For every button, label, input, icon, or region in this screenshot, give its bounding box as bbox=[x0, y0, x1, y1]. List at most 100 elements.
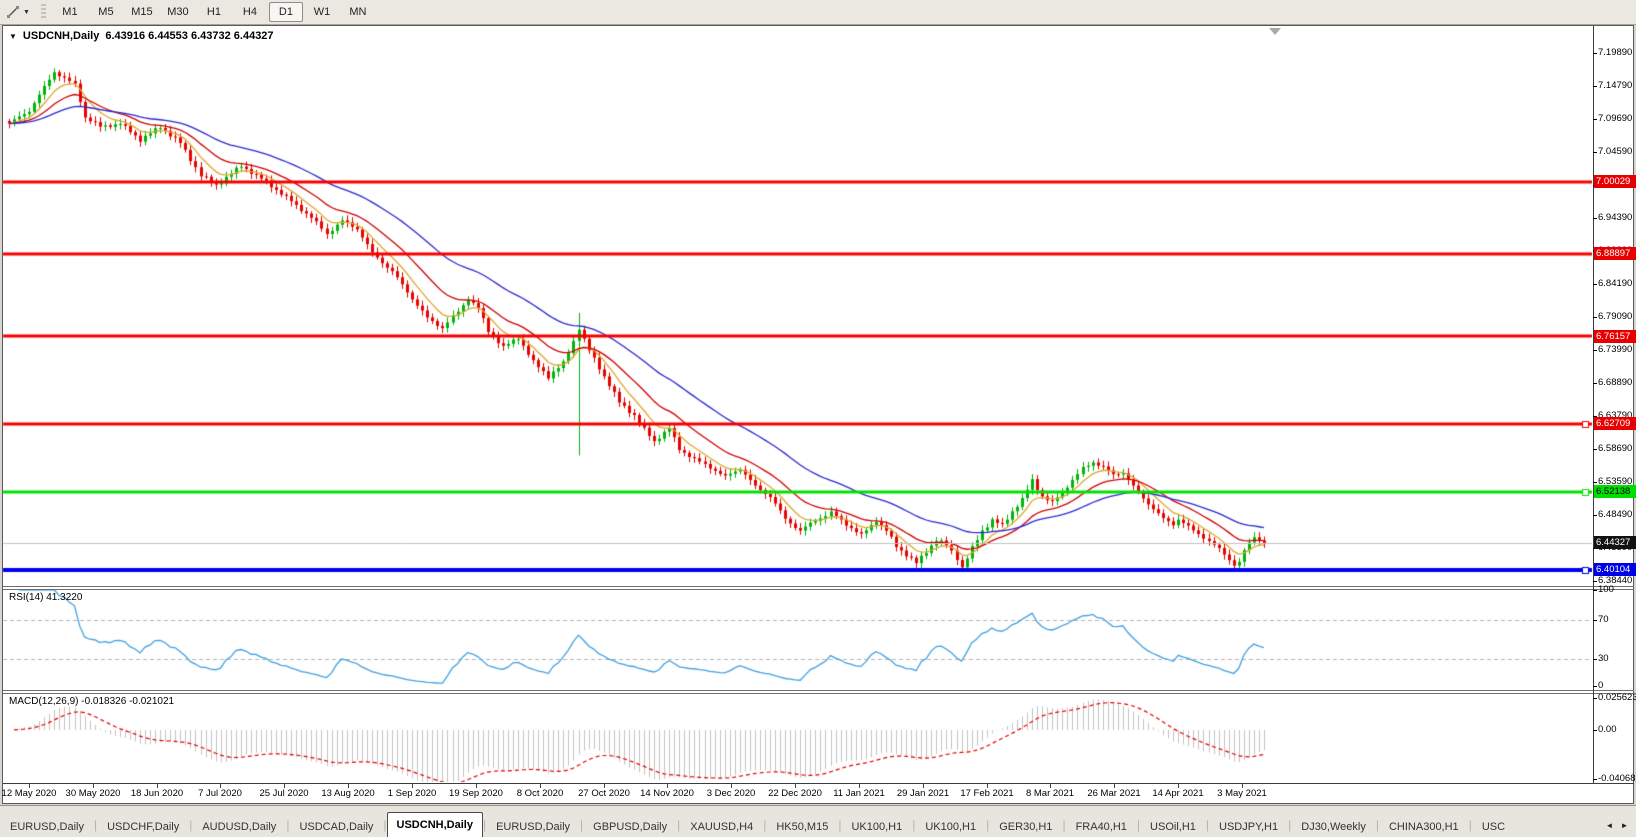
chart-tab-uk100-h1[interactable]: UK100,H1 bbox=[841, 815, 912, 837]
price-axis-line bbox=[1593, 26, 1594, 783]
price-tick-mark bbox=[1593, 350, 1597, 351]
chart-tab-china300-h1[interactable]: CHINA300,H1 bbox=[1379, 815, 1469, 837]
chart-tab-usdcnh-daily[interactable]: USDCNH,Daily bbox=[386, 812, 483, 837]
timeframe-button-w1[interactable]: W1 bbox=[305, 2, 339, 22]
timeframe-button-m5[interactable]: M5 bbox=[89, 2, 123, 22]
chart-symbol-label: USDCNH,Daily bbox=[22, 30, 100, 42]
crosshair-tool-icon[interactable] bbox=[4, 3, 22, 21]
indicator-tick-mark bbox=[1593, 590, 1597, 591]
indicator-tick-mark bbox=[1593, 730, 1597, 731]
date-label: 25 Jul 2020 bbox=[259, 788, 309, 799]
date-label: 3 Dec 2020 bbox=[706, 788, 756, 799]
date-label: 19 Sep 2020 bbox=[449, 788, 503, 799]
price-level-badge: 6.76157 bbox=[1594, 330, 1636, 343]
price-tick-mark bbox=[1593, 581, 1597, 582]
chart-tab-usdchf-daily[interactable]: USDCHF,Daily bbox=[97, 815, 189, 837]
date-label: 3 May 2021 bbox=[1217, 788, 1267, 799]
toolbar-grip[interactable] bbox=[40, 4, 46, 20]
price-tick-label: 6.68890 bbox=[1598, 377, 1633, 388]
chart-shift-marker[interactable] bbox=[1269, 28, 1281, 35]
indicator-tick-label: 100 bbox=[1598, 584, 1614, 595]
chart-tab-xauusd-h4[interactable]: XAUUSD,H4 bbox=[680, 815, 763, 837]
tab-scroll-left-icon[interactable]: ◄ bbox=[1603, 818, 1616, 832]
tab-scroll-arrows: ◄ ► bbox=[1601, 818, 1636, 837]
timeframe-button-h1[interactable]: H1 bbox=[197, 2, 231, 22]
price-level-badge: 6.62709 bbox=[1594, 417, 1636, 430]
indicator-tick-label: 0.00 bbox=[1598, 724, 1617, 735]
price-tick-mark bbox=[1593, 284, 1597, 285]
chart-tab-usc[interactable]: USC bbox=[1472, 815, 1515, 837]
price-tick-label: 7.09690 bbox=[1598, 113, 1633, 124]
price-tick-mark bbox=[1593, 119, 1597, 120]
indicator-tick-mark bbox=[1593, 659, 1597, 660]
chart-tab-usoil-h1[interactable]: USOil,H1 bbox=[1140, 815, 1206, 837]
indicator-tick-label: -0.04068 bbox=[1598, 773, 1636, 784]
chart-tab-eurusd-daily[interactable]: EURUSD,Daily bbox=[0, 815, 94, 837]
chart-tab-uk100-h1[interactable]: UK100,H1 bbox=[915, 815, 986, 837]
price-level-badge: 6.52138 bbox=[1594, 485, 1636, 498]
chart-tab-usdcad-daily[interactable]: USDCAD,Daily bbox=[289, 815, 383, 837]
date-label: 29 Jan 2021 bbox=[896, 788, 950, 799]
indicator-tick-mark bbox=[1593, 620, 1597, 621]
rsi-indicator-label: RSI(14) 41.3220 bbox=[9, 592, 83, 603]
pane-splitter[interactable] bbox=[3, 693, 1634, 694]
price-tick-label: 7.14790 bbox=[1598, 80, 1633, 91]
timeframe-button-mn[interactable]: MN bbox=[341, 2, 375, 22]
chart-tab-hk50-m15[interactable]: HK50,M15 bbox=[766, 815, 838, 837]
date-label: 14 Nov 2020 bbox=[640, 788, 694, 799]
tool-dropdown-caret[interactable]: ▼ bbox=[23, 9, 30, 16]
price-level-badge: 6.88897 bbox=[1594, 247, 1636, 260]
pane-splitter[interactable] bbox=[3, 586, 1634, 587]
date-label: 1 Sep 2020 bbox=[387, 788, 437, 799]
date-label: 12 May 2020 bbox=[1, 788, 57, 799]
chart-tab-bar: EURUSD,Daily | USDCHF,Daily | AUDUSD,Daily | U… bbox=[0, 805, 1636, 837]
timeframe-button-m1[interactable]: M1 bbox=[53, 2, 87, 22]
price-tick-label: 7.19890 bbox=[1598, 47, 1633, 58]
chart-tabs: EURUSD,Daily | USDCHF,Daily | AUDUSD,Daily | U… bbox=[0, 806, 1601, 837]
tab-scroll-right-icon[interactable]: ► bbox=[1618, 818, 1631, 832]
price-tick-mark bbox=[1593, 218, 1597, 219]
price-level-badge: 7.00029 bbox=[1594, 175, 1636, 188]
price-tick-mark bbox=[1593, 383, 1597, 384]
chart-tab-audusd-daily[interactable]: AUDUSD,Daily bbox=[192, 815, 286, 837]
indicator-tick-label: 30 bbox=[1598, 653, 1609, 664]
price-tick-label: 6.73990 bbox=[1598, 344, 1633, 355]
chart-tab-dj30-weekly[interactable]: DJ30,Weekly bbox=[1291, 815, 1376, 837]
chart-canvas[interactable] bbox=[0, 0, 1636, 836]
date-label: 7 Jul 2020 bbox=[198, 788, 242, 799]
chart-tab-fra40-h1[interactable]: FRA40,H1 bbox=[1066, 815, 1137, 837]
chart-title-bar: ▼ USDCNH,Daily 6.43916 6.44553 6.43732 6… bbox=[9, 30, 274, 42]
date-label: 30 May 2020 bbox=[65, 788, 121, 799]
date-label: 26 Mar 2021 bbox=[1087, 788, 1141, 799]
window-menu-icon[interactable]: ▼ bbox=[9, 32, 17, 41]
timeframe-group: M1 M5 M15 M30 H1 H4 D1 W1 MN bbox=[53, 2, 375, 22]
date-label: 14 Apr 2021 bbox=[1152, 788, 1204, 799]
price-tick-mark bbox=[1593, 53, 1597, 54]
chart-tab-gbpusd-daily[interactable]: GBPUSD,Daily bbox=[583, 815, 677, 837]
date-axis-border bbox=[3, 783, 1634, 784]
price-tick-label: 6.84190 bbox=[1598, 278, 1633, 289]
price-level-badge: 6.44327 bbox=[1594, 536, 1636, 549]
date-label: 13 Aug 2020 bbox=[321, 788, 375, 799]
date-label: 8 Mar 2021 bbox=[1025, 788, 1075, 799]
date-label: 18 Jun 2020 bbox=[130, 788, 184, 799]
date-label: 11 Jan 2021 bbox=[833, 788, 885, 799]
price-tick-label: 6.94390 bbox=[1598, 212, 1633, 223]
price-tick-mark bbox=[1593, 515, 1597, 516]
price-tick-label: 7.04590 bbox=[1598, 146, 1633, 157]
pane-splitter[interactable] bbox=[3, 690, 1634, 691]
timeframe-button-m15[interactable]: M15 bbox=[125, 2, 159, 22]
chart-tab-ger30-h1[interactable]: GER30,H1 bbox=[989, 815, 1062, 837]
chart-tab-eurusd-daily[interactable]: EURUSD,Daily bbox=[486, 815, 580, 837]
chart-tab-usdjpy-h1[interactable]: USDJPY,H1 bbox=[1209, 815, 1288, 837]
indicator-tick-mark bbox=[1593, 698, 1597, 699]
timeframe-button-m30[interactable]: M30 bbox=[161, 2, 195, 22]
price-tick-mark bbox=[1593, 86, 1597, 87]
pane-splitter[interactable] bbox=[3, 589, 1634, 590]
timeframe-button-h4[interactable]: H4 bbox=[233, 2, 267, 22]
date-label: 17 Feb 2021 bbox=[960, 788, 1014, 799]
timeframe-button-d1[interactable]: D1 bbox=[268, 2, 303, 22]
chart-ohlc-values: 6.43916 6.44553 6.43732 6.44327 bbox=[105, 30, 274, 42]
price-tick-mark bbox=[1593, 152, 1597, 153]
indicator-tick-mark bbox=[1593, 779, 1597, 780]
